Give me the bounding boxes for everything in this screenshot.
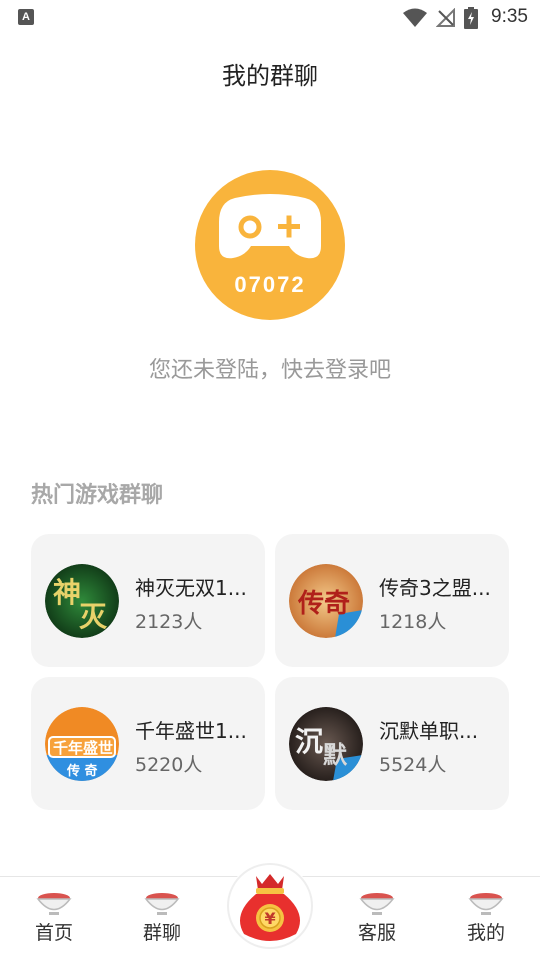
group-card-qiannian[interactable]: 千年盛世 传 奇 千年盛世1... 5220人 xyxy=(31,677,265,810)
hot-groups-title: 热门游戏群聊 xyxy=(31,483,164,508)
bowl-icon xyxy=(468,893,504,915)
page-title: 我的群聊 xyxy=(222,62,318,90)
svg-text:传奇: 传奇 xyxy=(297,589,350,619)
notification-icon: A xyxy=(18,9,34,25)
group-member-count: 5524人 xyxy=(379,754,447,776)
group-card-shenmie[interactable]: 神 灭 神灭无双1... 2123人 xyxy=(31,534,265,667)
group-card-chuanqi3[interactable]: 传奇 传奇3之盟... 1218人 xyxy=(275,534,509,667)
svg-text:神: 神 xyxy=(53,576,81,609)
login-hint[interactable]: 您还未登陆，快去登录吧 xyxy=(0,352,540,384)
bowl-icon xyxy=(359,893,395,915)
nav-customer-service[interactable]: 客服 xyxy=(337,890,417,945)
shenmie-game-icon: 神 灭 xyxy=(45,564,119,638)
group-member-count: 5220人 xyxy=(135,754,203,776)
svg-text:传 奇: 传 奇 xyxy=(66,763,98,779)
group-name: 千年盛世1... xyxy=(135,719,247,743)
wifi-icon xyxy=(403,8,427,27)
chenmo-game-icon: 沉 默 xyxy=(289,707,363,781)
nav-mine-label: 我的 xyxy=(466,922,505,944)
svg-text:¥: ¥ xyxy=(265,909,276,928)
svg-text:沉: 沉 xyxy=(295,725,323,758)
group-card-chenmo[interactable]: 沉 默 沉默单职... 5524人 xyxy=(275,677,509,810)
nav-group-chat-label: 群聊 xyxy=(142,922,181,944)
center-reward-button[interactable]: ¥ xyxy=(226,862,314,950)
battery-charging-icon xyxy=(464,7,478,29)
screen: A 9:35 我的群聊 07072 您还未登陆，快去登录吧 热门游戏群聊 神 灭… xyxy=(0,0,540,960)
nav-group-chat[interactable]: 群聊 xyxy=(122,890,202,945)
nav-mine[interactable]: 我的 xyxy=(446,890,526,945)
no-signal-icon xyxy=(436,8,455,27)
svg-text:默: 默 xyxy=(323,740,348,769)
clock: 9:35 xyxy=(491,6,528,27)
logo-text: 07072 xyxy=(234,272,306,297)
svg-text:千年盛世: 千年盛世 xyxy=(53,739,113,757)
status-icons xyxy=(402,7,478,29)
chuanqi3-game-icon: 传奇 xyxy=(289,564,363,638)
qiannian-game-icon: 千年盛世 传 奇 xyxy=(45,707,119,781)
group-member-count: 2123人 xyxy=(135,611,203,633)
nav-home[interactable]: 首页 xyxy=(14,890,94,945)
nav-customer-service-label: 客服 xyxy=(357,922,396,944)
group-member-count: 1218人 xyxy=(379,611,447,633)
group-name: 传奇3之盟... xyxy=(379,576,491,600)
group-name: 神灭无双1... xyxy=(135,576,247,600)
money-bag-icon: ¥ xyxy=(227,863,313,949)
bowl-icon xyxy=(144,893,180,915)
status-bar: A 9:35 xyxy=(0,0,540,36)
group-name: 沉默单职... xyxy=(379,719,479,743)
bowl-icon xyxy=(36,893,72,915)
svg-text:灭: 灭 xyxy=(79,600,108,633)
nav-home-label: 首页 xyxy=(34,922,73,944)
